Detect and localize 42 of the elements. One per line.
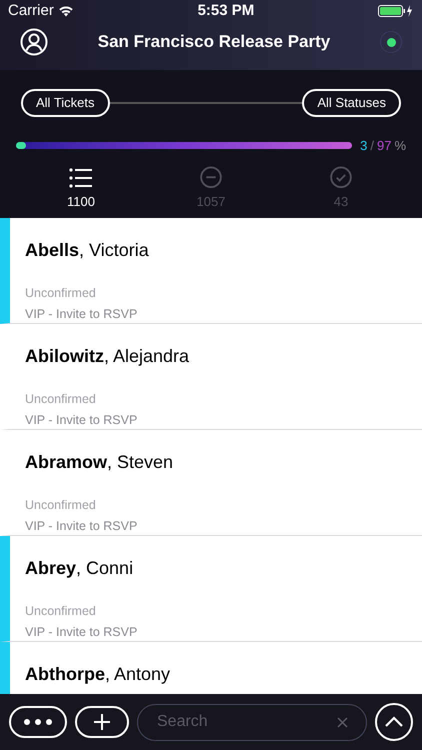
clock-text: 5:53 PM	[198, 0, 254, 21]
ticket-type: VIP - Invite to RSVP	[25, 624, 138, 642]
guest-name: Abells, Victoria	[25, 238, 149, 262]
plus-icon	[93, 713, 111, 731]
statuses-filter-button[interactable]: All Statuses	[302, 89, 401, 117]
guest-status: Unconfirmed	[25, 390, 97, 408]
remaining-percent: 97	[376, 137, 392, 155]
percent-sign: %	[394, 137, 406, 155]
user-icon[interactable]	[20, 28, 48, 56]
guest-name: Abrey, Conni	[25, 556, 134, 580]
dots-icon	[23, 718, 53, 726]
minus-circle-icon	[199, 166, 223, 188]
ticket-type: VIP - Invite to RSVP	[25, 518, 138, 536]
guest-name: Abthorpe, Antony	[25, 662, 170, 686]
carrier-text: Carrier	[8, 0, 54, 21]
ticket-type: VIP - Invite to RSVP	[25, 306, 138, 324]
scroll-up-button[interactable]	[375, 703, 413, 741]
battery-icon	[378, 4, 414, 18]
guest-status: Unconfirmed	[25, 496, 97, 514]
list-icon	[69, 168, 93, 188]
wifi-icon	[58, 5, 74, 17]
more-button[interactable]	[9, 706, 67, 738]
guest-row[interactable]: Abrey, Conni Unconfirmed VIP - Invite to RSVP	[0, 536, 422, 642]
guest-status: Unconfirmed	[25, 284, 97, 302]
search-field[interactable]: Search	[137, 704, 367, 740]
ticket-type: VIP - Invite to RSVP	[25, 412, 138, 430]
tickets-filter-button[interactable]: All Tickets	[21, 89, 110, 117]
separator-text: /	[370, 137, 374, 155]
filter-tab[interactable]: 1100	[16, 166, 146, 212]
checked-percent: 3	[360, 137, 368, 155]
status-indicator	[380, 31, 402, 53]
guest-name: Abramow, Steven	[25, 450, 174, 474]
check-circle-icon	[329, 166, 353, 188]
guest-status: Unconfirmed	[25, 602, 97, 620]
guest-row[interactable]: Abells, Victoria Unconfirmed VIP - Invite to RSVP	[0, 218, 422, 324]
guest-row[interactable]: Abilowitz, Alejandra Unconfirmed VIP - Invite to RSVP	[0, 324, 422, 430]
chevron-up-icon	[384, 716, 404, 728]
clear-icon[interactable]	[337, 716, 348, 728]
add-button[interactable]	[75, 706, 129, 738]
guest-name: Abilowitz, Alejandra	[25, 344, 190, 368]
event-title: San Francisco Release Party	[98, 31, 330, 54]
guest-row[interactable]: Abramow, Steven Unconfirmed VIP - Invite to RSVP	[0, 430, 422, 536]
